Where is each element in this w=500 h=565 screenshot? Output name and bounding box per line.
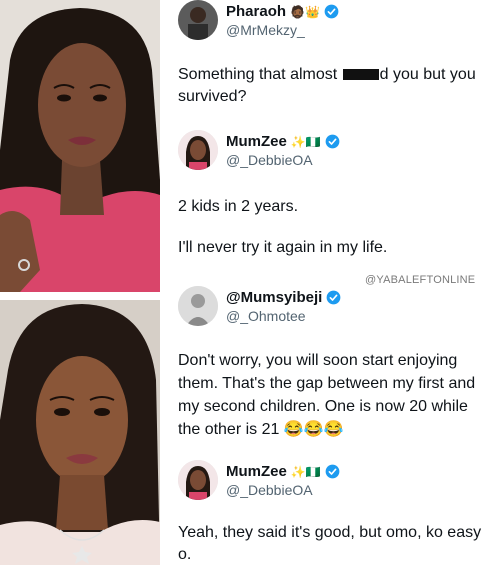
tweet-header-pharaoh[interactable]: Pharaoh 🧔🏾👑 @MrMekzy_ [178, 0, 478, 44]
name-emojis: ✨🇳🇬 [290, 134, 321, 149]
tweet-text-pharaoh: Something that almost d you but you surv… [178, 64, 488, 108]
handle[interactable]: @MrMekzy_ [226, 22, 305, 38]
handle[interactable]: @_Ohmotee [226, 308, 306, 324]
display-name[interactable]: MumZee [226, 133, 287, 150]
photo-column [0, 0, 160, 565]
tweet-header-mumzee[interactable]: MumZee ✨🇳🇬 @_DebbieOA [178, 130, 478, 174]
avatar-pharaoh[interactable] [178, 0, 218, 40]
verified-badge-icon [326, 290, 341, 305]
verified-badge-icon [325, 134, 340, 149]
tweet-text-mumzee-line2: I'll never try it again in my life. [178, 239, 388, 256]
verified-badge-icon [325, 464, 340, 479]
display-name[interactable]: MumZee [226, 463, 287, 480]
woman-photo-bottom [0, 300, 160, 565]
tweet-text-mumsyibeji: Don't worry, you will soon start enjoyin… [178, 352, 476, 438]
avatar-mumzee[interactable] [178, 460, 218, 500]
avatar-mumsyibeji[interactable] [178, 286, 218, 326]
tweet-text-part: Something that almost [178, 66, 342, 83]
handle[interactable]: @_DebbieOA [226, 482, 313, 498]
name-emojis: 🧔🏾👑 [290, 4, 320, 19]
display-name[interactable]: @Mumsyibeji [226, 289, 322, 306]
redaction-bar [342, 69, 379, 81]
tweet-text-mumzee-reply: Yeah, they said it's good, but omo, ko e… [178, 524, 482, 563]
tweet-text-mumzee-line1: 2 kids in 2 years. [178, 198, 299, 215]
display-name[interactable]: Pharaoh [226, 3, 286, 20]
tweet-header-mumzee-reply[interactable]: MumZee ✨🇳🇬 @_DebbieOA [178, 460, 478, 504]
avatar-mumzee[interactable] [178, 130, 218, 170]
woman-photo-top [0, 0, 160, 292]
handle[interactable]: @_DebbieOA [226, 152, 313, 168]
tweet-thread: Pharaoh 🧔🏾👑 @MrMekzy_ Something that alm… [160, 0, 500, 565]
tweet-header-mumsyibeji[interactable]: @Mumsyibeji @_Ohmotee [178, 286, 478, 330]
name-emojis: ✨🇳🇬 [290, 464, 321, 479]
photo-divider [0, 292, 160, 300]
verified-badge-icon [324, 4, 339, 19]
watermark: @YABALEFTONLINE [365, 274, 476, 286]
